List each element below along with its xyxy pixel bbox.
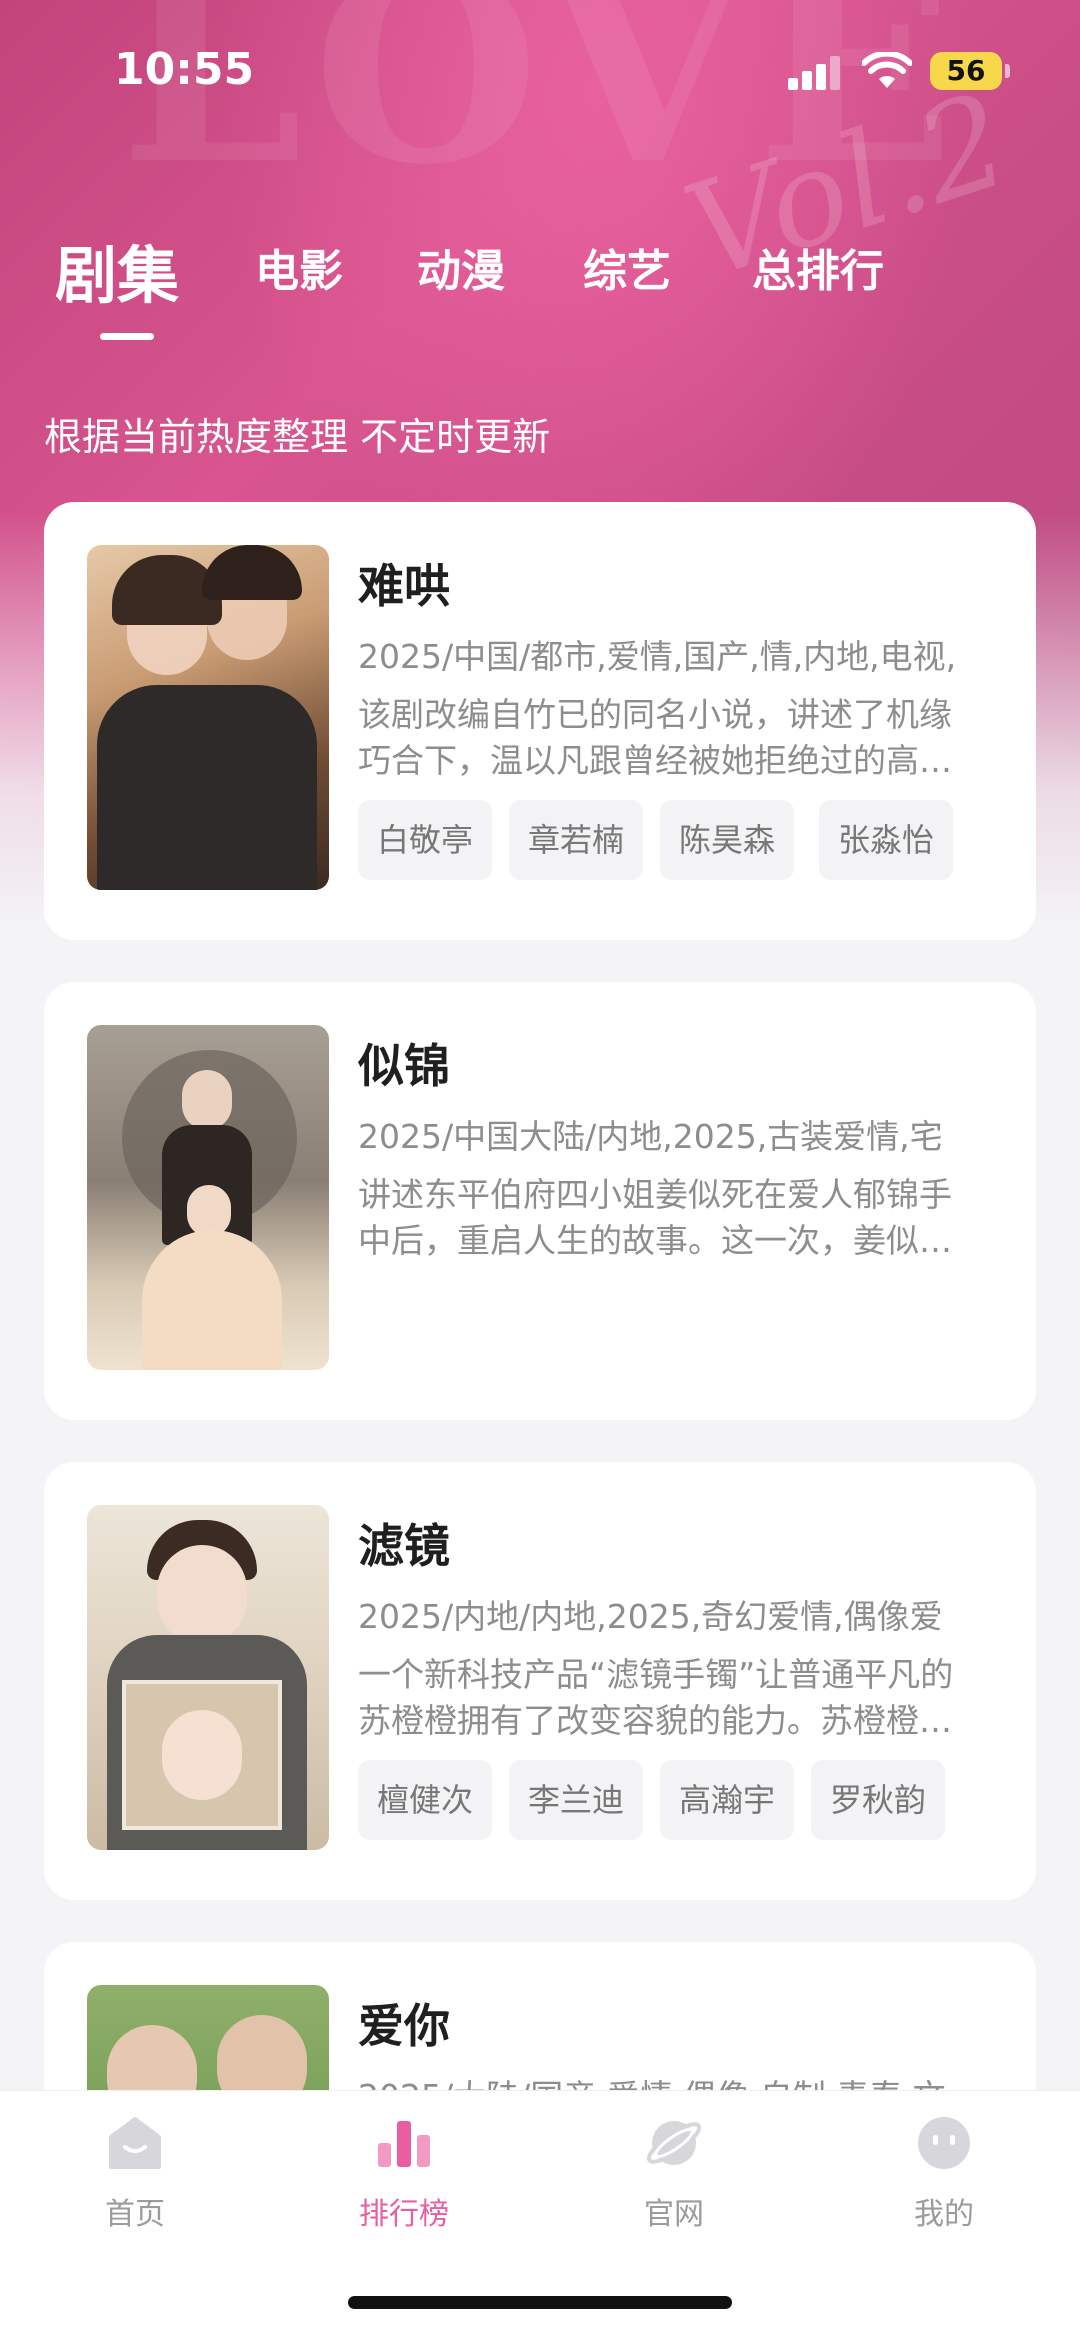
description-line: 巧合下，温以凡跟曾经被她拒绝过的高… [358,741,952,780]
cast-tag[interactable]: 章若楠 [509,800,644,880]
cast-tag[interactable]: 李兰迪 [509,1760,644,1840]
poster-image [87,1505,329,1850]
drama-description: 一个新科技产品“滤镜手镯”让普通平凡的 苏橙橙拥有了改变容貌的能力。苏橙橙… [358,1652,998,1744]
cast-tag[interactable]: 罗秋韵 [811,1760,946,1840]
tab-overall-ranking[interactable]: 总排行 [752,235,884,299]
cast-tag[interactable]: 白敬亭 [358,800,493,880]
description-line: 一个新科技产品“滤镜手镯”让普通平凡的 [358,1655,954,1694]
tabbar-item-ranking[interactable]: 排行榜 [324,2113,484,2233]
ranking-icon [378,2121,430,2167]
drama-title: 难哄 [358,559,450,613]
cast-tag[interactable]: 檀健次 [358,1760,493,1840]
tabbar-item-home[interactable]: 首页 [55,2113,215,2233]
cast-tag[interactable]: 高瀚宇 [660,1760,795,1840]
drama-meta: 2025/内地/内地,2025,奇幻爱情,偶像爱 [358,1597,943,1636]
drama-title: 似锦 [358,1039,450,1093]
wifi-icon [862,52,912,88]
poster-image [87,545,329,890]
drama-meta: 2025/中国大陆/内地,2025,古装爱情,宅 [358,1117,943,1156]
battery-indicator: 56 [930,52,1002,90]
planet-icon [646,2121,702,2165]
tabbar-label: 首页 [105,2197,165,2232]
home-icon [109,2117,161,2169]
description-line: 讲述东平伯府四小姐姜似死在爱人郁锦手 [358,1175,952,1214]
tab-series[interactable]: 剧集 [55,225,179,315]
poster-image [87,1025,329,1370]
drama-title: 爱你 [358,1999,450,2053]
drama-title: 滤镜 [358,1519,450,1573]
battery-tip [1005,64,1010,78]
profile-face-icon [918,2117,970,2169]
signal-icon [788,56,842,90]
category-tabs: 剧集 电影 动漫 综艺 总排行 [55,235,1055,345]
tabbar-label: 我的 [914,2197,974,2232]
tabbar-item-profile[interactable]: 我的 [864,2113,1024,2233]
tab-active-indicator [100,333,154,340]
drama-description: 讲述东平伯府四小姐姜似死在爱人郁锦手 中后，重启人生的故事。这一次，姜似… [358,1172,998,1264]
drama-card[interactable]: 似锦 2025/中国大陆/内地,2025,古装爱情,宅 讲述东平伯府四小姐姜似死… [44,982,1036,1420]
tabbar-label: 排行榜 [359,2197,449,2232]
tabbar-label: 官网 [644,2197,704,2232]
description-line: 该剧改编自竹已的同名小说，讲述了机缘 [358,695,952,734]
drama-card[interactable]: 滤镜 2025/内地/内地,2025,奇幻爱情,偶像爱 一个新科技产品“滤镜手镯… [44,1462,1036,1900]
drama-card[interactable]: 难哄 2025/中国/都市,爱情,国产,情,内地,电视, 该剧改编自竹已的同名小… [44,502,1036,940]
home-indicator [348,2296,732,2309]
drama-description: 该剧改编自竹已的同名小说，讲述了机缘 巧合下，温以凡跟曾经被她拒绝过的高… [358,692,998,784]
ranking-subtitle: 根据当前热度整理 不定时更新 [44,415,551,459]
cast-tag[interactable]: 张淼怡 [819,800,954,880]
description-line: 中后，重启人生的故事。这一次，姜似… [358,1221,952,1260]
cast-tag[interactable]: 陈昊森 [660,800,795,880]
description-line: 苏橙橙拥有了改变容貌的能力。苏橙橙… [358,1701,952,1740]
tab-anime[interactable]: 动漫 [417,235,505,299]
drama-meta: 2025/中国/都市,爱情,国产,情,内地,电视, [358,637,957,676]
status-bar: 10:55 56 [0,0,1080,140]
tabbar-item-official-site[interactable]: 官网 [594,2113,754,2233]
status-time: 10:55 [114,44,255,95]
tab-movies[interactable]: 电影 [255,235,343,299]
tab-variety[interactable]: 综艺 [583,235,671,299]
